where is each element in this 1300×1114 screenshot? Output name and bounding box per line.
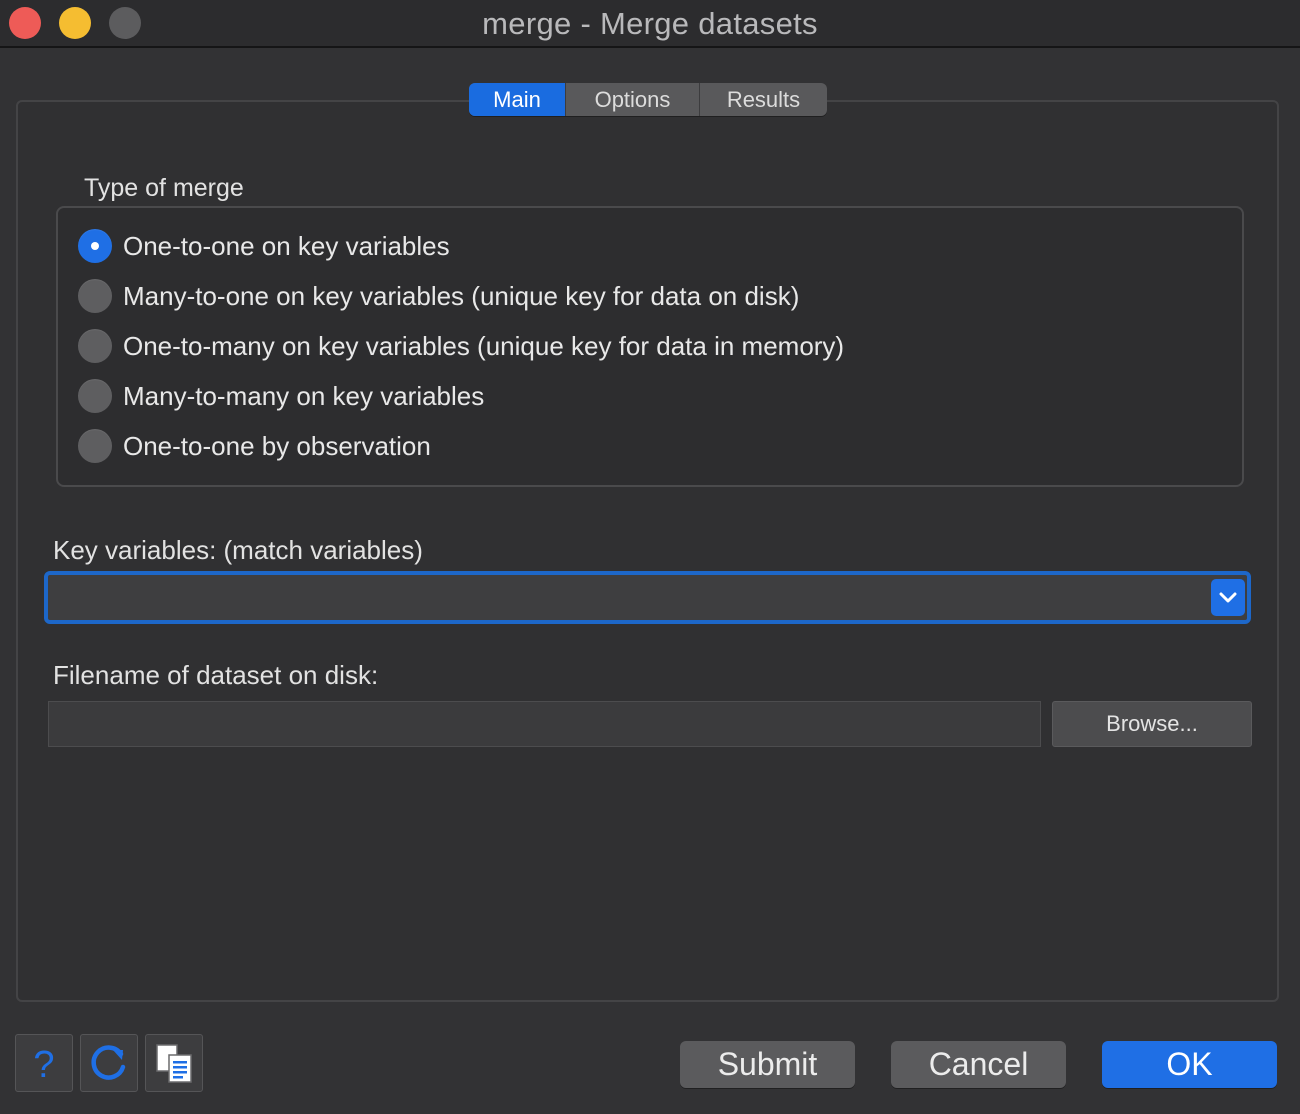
merge-type-label: Type of merge bbox=[84, 174, 244, 202]
submit-button[interactable]: Submit bbox=[680, 1041, 855, 1088]
radio-option-many-to-many-key[interactable]: Many-to-many on key variables bbox=[78, 378, 484, 414]
cancel-button[interactable]: Cancel bbox=[891, 1041, 1066, 1088]
chevron-down-icon bbox=[1219, 592, 1237, 602]
reset-button[interactable] bbox=[80, 1034, 138, 1092]
radio-option-one-to-one-observation[interactable]: One-to-one by observation bbox=[78, 428, 431, 464]
tab-options[interactable]: Options bbox=[566, 83, 700, 116]
radio-label[interactable]: One-to-one by observation bbox=[123, 431, 431, 462]
merge-dialog-window: merge - Merge datasets Main Options Resu… bbox=[0, 0, 1300, 1114]
copy-command-button[interactable] bbox=[145, 1034, 203, 1092]
radio-label[interactable]: One-to-many on key variables (unique key… bbox=[123, 331, 844, 362]
help-button[interactable]: ? bbox=[15, 1034, 73, 1092]
svg-text:?: ? bbox=[33, 1044, 54, 1083]
radio-button[interactable] bbox=[78, 379, 112, 413]
tab-main[interactable]: Main bbox=[469, 83, 566, 116]
title-bar: merge - Merge datasets bbox=[0, 0, 1300, 48]
refresh-icon bbox=[91, 1045, 126, 1080]
radio-button[interactable] bbox=[78, 229, 112, 263]
tab-bar: Main Options Results bbox=[469, 83, 827, 116]
dropdown-button[interactable] bbox=[1211, 579, 1245, 616]
radio-button[interactable] bbox=[78, 279, 112, 313]
radio-option-one-to-one-key[interactable]: One-to-one on key variables bbox=[78, 228, 450, 264]
radio-option-many-to-one-key[interactable]: Many-to-one on key variables (unique key… bbox=[78, 278, 799, 314]
key-variables-label: Key variables: (match variables) bbox=[53, 535, 423, 565]
question-mark-icon: ? bbox=[33, 1044, 54, 1083]
radio-option-one-to-many-key[interactable]: One-to-many on key variables (unique key… bbox=[78, 328, 844, 364]
tab-results[interactable]: Results bbox=[700, 83, 827, 116]
radio-button[interactable] bbox=[78, 429, 112, 463]
key-variables-combobox[interactable] bbox=[44, 571, 1251, 624]
radio-label[interactable]: One-to-one on key variables bbox=[123, 231, 450, 262]
ok-button[interactable]: OK bbox=[1102, 1041, 1277, 1088]
radio-button[interactable] bbox=[78, 329, 112, 363]
radio-label[interactable]: Many-to-many on key variables bbox=[123, 381, 484, 412]
filename-label: Filename of dataset on disk: bbox=[53, 660, 379, 690]
copy-command-icon bbox=[156, 1044, 192, 1083]
radio-label[interactable]: Many-to-one on key variables (unique key… bbox=[123, 281, 799, 312]
browse-button[interactable]: Browse... bbox=[1052, 701, 1252, 747]
filename-input[interactable] bbox=[48, 701, 1041, 747]
window-title: merge - Merge datasets bbox=[482, 6, 818, 41]
